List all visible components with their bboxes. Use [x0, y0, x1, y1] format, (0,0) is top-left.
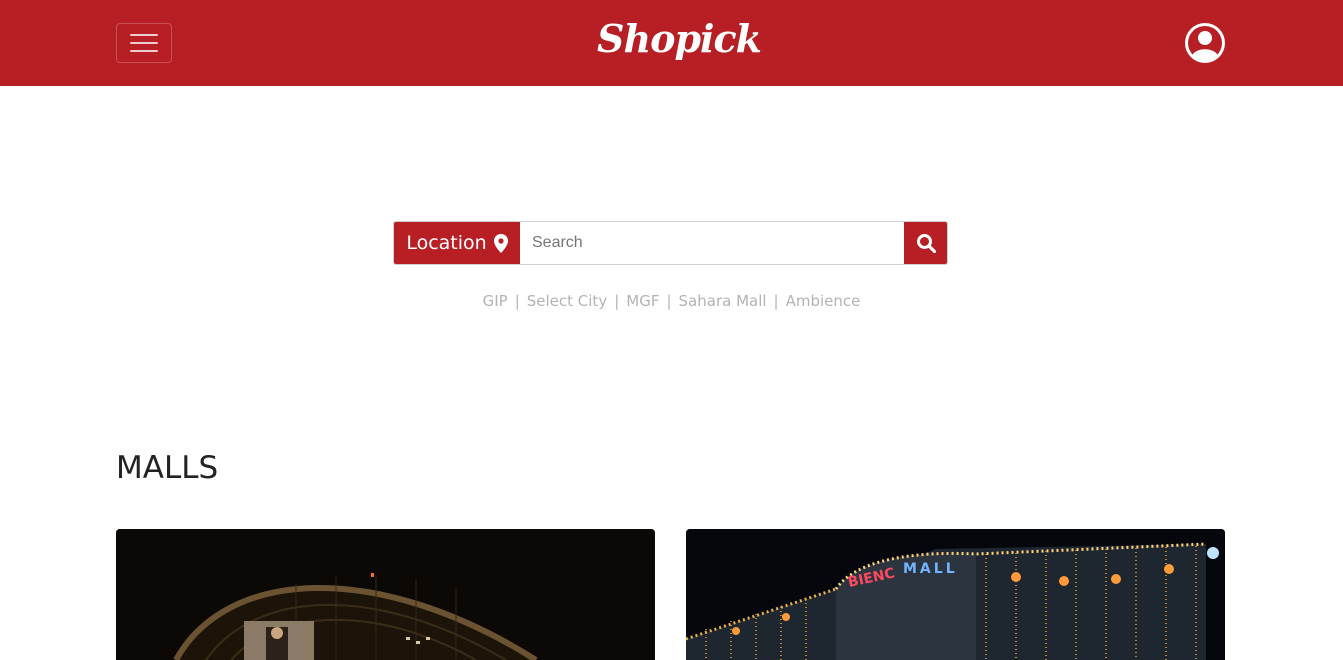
search-icon	[916, 234, 936, 253]
svg-text:MALL: MALL	[903, 561, 958, 577]
quick-link-gip[interactable]: GIP	[483, 292, 508, 310]
user-circle-icon[interactable]	[1183, 21, 1227, 65]
separator: |	[773, 292, 779, 310]
mall-photo-dome-night	[116, 529, 655, 660]
separator: |	[514, 292, 520, 310]
search-button[interactable]	[904, 222, 947, 264]
quick-link-select-city[interactable]: Select City	[527, 292, 607, 310]
map-marker-icon	[493, 233, 508, 253]
brand-logo[interactable]: Shopick	[0, 16, 1343, 61]
separator: |	[666, 292, 672, 310]
quick-link-sahara-mall[interactable]: Sahara Mall	[679, 292, 767, 310]
quick-links: GIP | Select City | MGF | Sahara Mall | Ambience	[0, 292, 1343, 310]
quick-link-mgf[interactable]: MGF	[626, 292, 659, 310]
search-bar: Location	[393, 221, 948, 265]
search-input[interactable]	[520, 222, 904, 264]
mall-card[interactable]: BIENC MALL	[686, 529, 1225, 660]
section-title: MALLS	[116, 450, 219, 486]
location-label: Location	[406, 232, 487, 254]
separator: |	[614, 292, 620, 310]
top-navbar: Shopick	[0, 0, 1343, 86]
quick-link-ambience[interactable]: Ambience	[786, 292, 861, 310]
mall-photo-lights-night: BIENC MALL	[686, 529, 1225, 660]
mall-card[interactable]	[116, 529, 655, 660]
location-button[interactable]: Location	[394, 222, 520, 264]
